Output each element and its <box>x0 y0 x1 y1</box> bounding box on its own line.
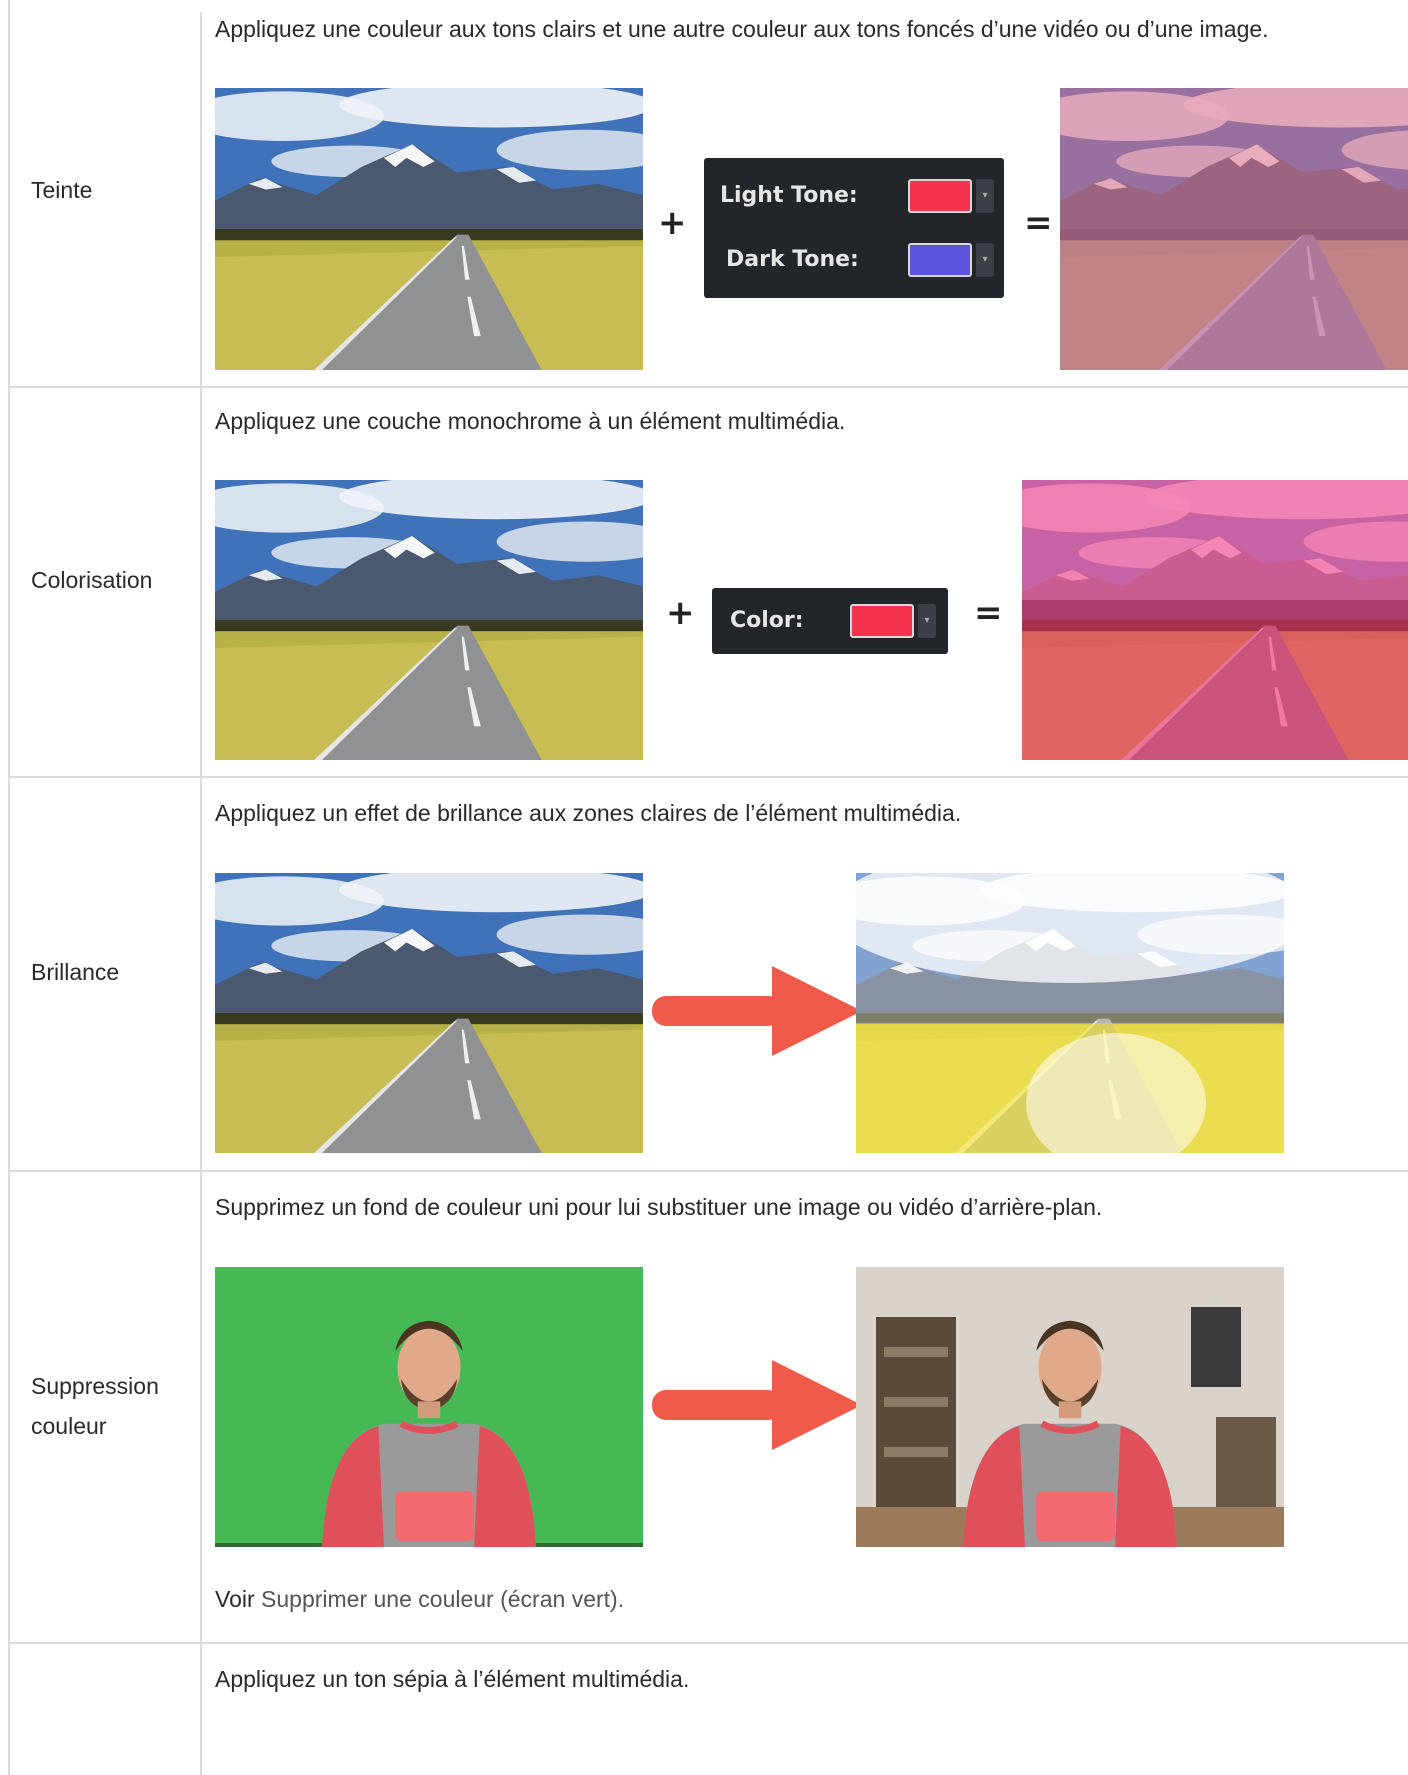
effects-table: Teinte Appliquez une couleur aux tons cl… <box>8 0 1408 1775</box>
landscape-image <box>215 88 643 370</box>
arrow-right-icon <box>652 966 862 1056</box>
green-screen-image <box>215 1267 643 1547</box>
row-description: Appliquez une couleur aux tons clairs et… <box>215 16 1269 42</box>
color-label: Color: <box>730 608 804 633</box>
row-description: Appliquez une couche monochrome à un élé… <box>215 408 846 434</box>
glow-result-image <box>856 873 1284 1153</box>
table-row: Teinte Appliquez une couleur aux tons cl… <box>10 0 1408 386</box>
color-swatch[interactable] <box>850 604 914 638</box>
light-tone-label: Light Tone: <box>720 183 858 208</box>
chevron-down-icon[interactable]: ▾ <box>976 243 994 277</box>
color-panel: Color: ▾ <box>712 588 948 654</box>
table-row: Appliquez un ton sépia à l’élément multi… <box>10 1644 1408 1775</box>
row-label: Teinte <box>31 177 93 203</box>
row-label: Brillance <box>31 959 120 985</box>
tinted-result-image <box>1060 88 1408 370</box>
row-description: Appliquez un effet de brillance aux zone… <box>215 800 962 826</box>
plus-operator: + <box>658 203 687 243</box>
row-label: Suppression couleur <box>31 1366 159 1446</box>
plus-operator: + <box>666 593 695 633</box>
table-row: Brillance Appliquez un effet de brillanc… <box>10 778 1408 1170</box>
landscape-image <box>215 480 643 760</box>
equals-operator: = <box>974 593 1003 633</box>
row-label-line: couleur <box>31 1413 107 1439</box>
row-label-line: Suppression <box>31 1373 159 1399</box>
dark-tone-label: Dark Tone: <box>726 247 859 272</box>
colorized-result-image <box>1022 480 1408 760</box>
row-label: Colorisation <box>31 567 153 593</box>
background-replaced-image <box>856 1267 1284 1547</box>
chevron-down-icon[interactable]: ▾ <box>976 179 994 213</box>
chevron-down-icon[interactable]: ▾ <box>918 604 936 638</box>
light-tone-swatch[interactable] <box>908 179 972 213</box>
row-description: Appliquez un ton sépia à l’élément multi… <box>215 1666 690 1692</box>
arrow-right-icon <box>652 1360 862 1450</box>
dark-tone-swatch[interactable] <box>908 243 972 277</box>
remove-color-link[interactable]: Supprimer une couleur (écran vert). <box>261 1586 624 1612</box>
equals-operator: = <box>1024 203 1053 243</box>
row-description: Supprimez un fond de couleur uni pour lu… <box>215 1194 1103 1220</box>
see-prefix: Voir <box>215 1586 255 1612</box>
table-row: Colorisation Appliquez une couche monoch… <box>10 388 1408 776</box>
table-row: Suppression couleur Supprimez un fond de… <box>10 1172 1408 1642</box>
tone-panel: Light Tone: ▾ Dark Tone: ▾ <box>704 158 1004 298</box>
landscape-image <box>215 873 643 1153</box>
see-also: Voir Supprimer une couleur (écran vert). <box>215 1584 624 1614</box>
